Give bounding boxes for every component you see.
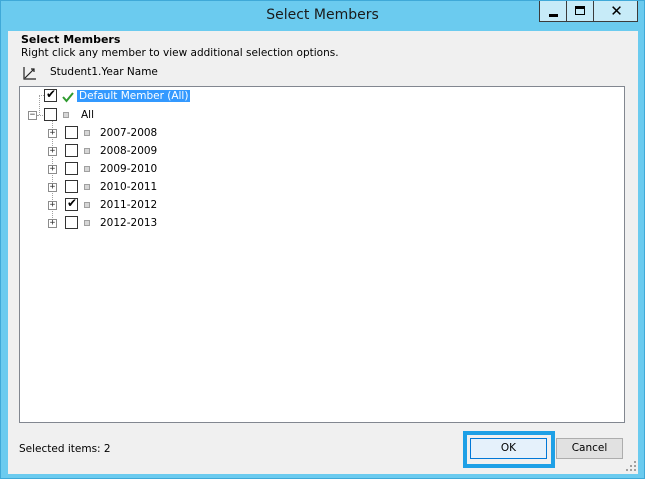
member-icon: [84, 184, 90, 190]
expand-icon[interactable]: +: [48, 183, 57, 192]
member-icon: [84, 220, 90, 226]
maximize-icon: [575, 6, 585, 15]
selected-items-count: Selected items: 2: [19, 443, 111, 455]
year-checkbox[interactable]: [65, 180, 78, 193]
all-label[interactable]: All: [81, 109, 94, 121]
tree-node-year[interactable]: + 2007-2008: [20, 125, 220, 141]
year-label[interactable]: 2012-2013: [100, 217, 157, 229]
close-button[interactable]: ✕: [593, 1, 638, 22]
member-icon: [84, 130, 90, 136]
expand-icon[interactable]: +: [48, 129, 57, 138]
year-label[interactable]: 2009-2010: [100, 163, 157, 175]
year-checkbox[interactable]: [65, 126, 78, 139]
default-member-checkbox[interactable]: ✔: [44, 87, 57, 102]
default-member-label[interactable]: Default Member (All): [77, 90, 191, 102]
minimize-button[interactable]: [539, 1, 566, 22]
tree-node-all[interactable]: − All: [20, 107, 220, 123]
resize-grip-icon[interactable]: [626, 461, 636, 471]
member-icon: [84, 148, 90, 154]
check-icon: ✔: [67, 196, 78, 210]
expand-icon[interactable]: +: [48, 165, 57, 174]
ok-button[interactable]: OK: [470, 438, 547, 459]
hierarchy-name: Student1.Year Name: [50, 66, 158, 78]
year-checkbox[interactable]: ✔: [65, 196, 78, 211]
close-icon: ✕: [610, 2, 623, 20]
member-tree[interactable]: ✔ Default Member (All) − All + 2007-2008…: [19, 86, 625, 423]
year-label[interactable]: 2007-2008: [100, 127, 157, 139]
year-checkbox[interactable]: [65, 162, 78, 175]
dialog-body: Select Members Right click any member to…: [8, 31, 638, 474]
maximize-button[interactable]: [566, 1, 593, 22]
axis-chart-icon: [23, 67, 36, 80]
expand-icon[interactable]: +: [48, 201, 57, 210]
select-members-dialog: Select Members ✕ Select Members Right cl…: [0, 0, 645, 479]
year-label[interactable]: 2008-2009: [100, 145, 157, 157]
year-checkbox[interactable]: [65, 144, 78, 157]
instruction-text: Right click any member to view additiona…: [21, 47, 339, 59]
section-heading: Select Members: [21, 33, 121, 46]
year-checkbox[interactable]: [65, 216, 78, 229]
check-icon: ✔: [46, 87, 57, 101]
collapse-icon[interactable]: −: [28, 111, 37, 120]
cancel-button[interactable]: Cancel: [556, 438, 623, 459]
expand-icon[interactable]: +: [48, 219, 57, 228]
minimize-icon: [549, 14, 558, 17]
year-label[interactable]: 2011-2012: [100, 199, 157, 211]
title-bar[interactable]: Select Members ✕: [1, 1, 644, 31]
expand-icon[interactable]: +: [48, 147, 57, 156]
tree-node-year[interactable]: + 2012-2013: [20, 215, 220, 231]
tree-node-default-member[interactable]: ✔ Default Member (All): [20, 87, 220, 105]
tree-node-year[interactable]: + 2009-2010: [20, 161, 220, 177]
member-icon: [63, 112, 69, 118]
member-icon: [84, 166, 90, 172]
tree-node-year[interactable]: + 2008-2009: [20, 143, 220, 159]
tree-connector: [37, 115, 43, 116]
tree-node-year[interactable]: + ✔ 2011-2012: [20, 196, 220, 213]
member-icon: [84, 202, 90, 208]
year-label[interactable]: 2010-2011: [100, 181, 157, 193]
all-checkbox[interactable]: [44, 108, 57, 121]
green-check-icon: [62, 92, 74, 103]
tree-node-year[interactable]: + 2010-2011: [20, 179, 220, 195]
